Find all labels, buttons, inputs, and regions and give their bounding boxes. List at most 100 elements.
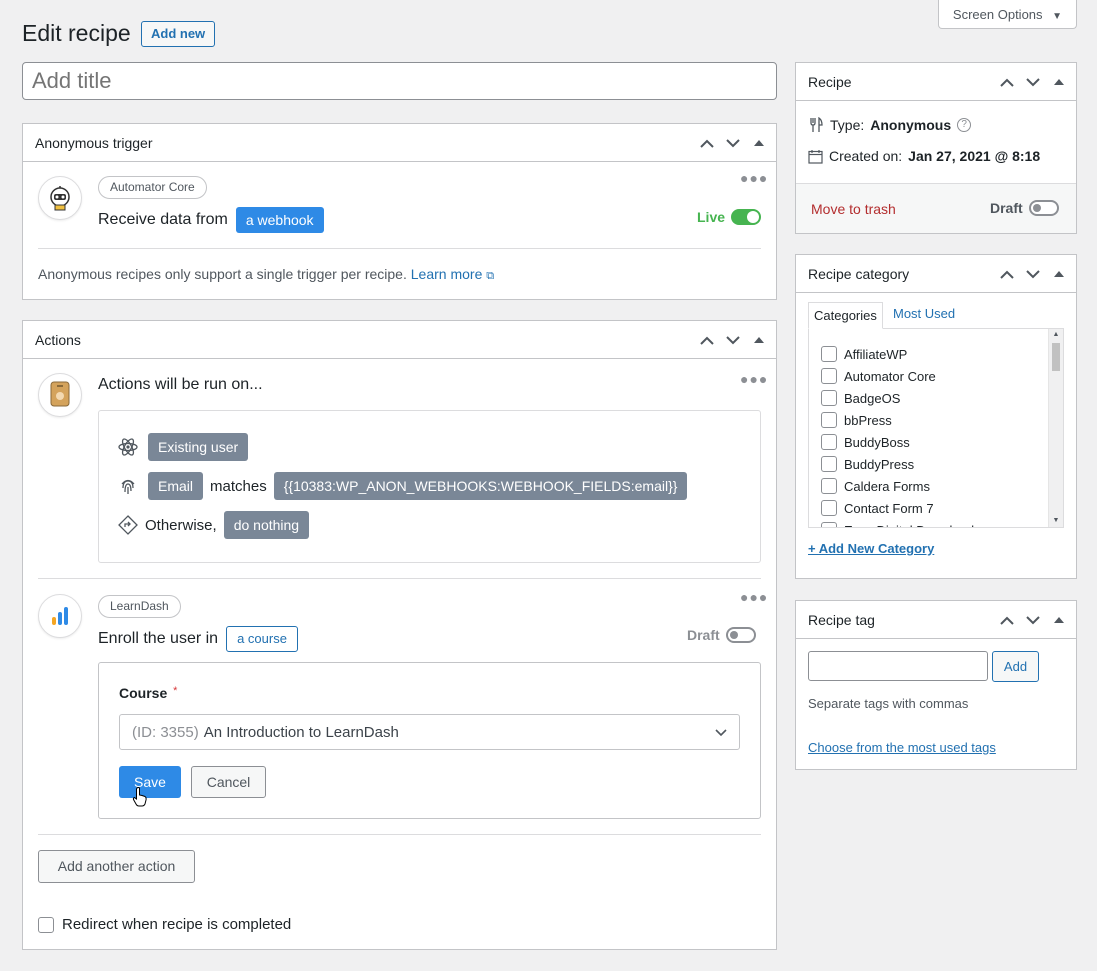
category-checkbox[interactable] [821, 368, 837, 384]
otherwise-row: Otherwise, do nothing [118, 511, 310, 539]
select-chevron-down-icon [715, 724, 727, 741]
redirect-label: Redirect when recipe is completed [62, 916, 292, 933]
type-label: Type: [830, 117, 865, 133]
recipe-box: Recipe Type: Anonymous ? Created on: Jan… [795, 62, 1077, 234]
atom-icon [118, 438, 138, 456]
category-item[interactable]: Easy Digital Downloads [809, 519, 1063, 527]
save-button[interactable]: Save [119, 766, 181, 798]
category-checkbox[interactable] [821, 412, 837, 428]
webhook-token[interactable]: a webhook [235, 207, 324, 233]
chevron-down-icon[interactable] [722, 330, 744, 350]
move-to-trash-link[interactable]: Move to trash [811, 201, 896, 217]
run-on-text: Actions will be run on... [98, 376, 263, 393]
toggle-panel-icon[interactable] [748, 330, 770, 350]
scroll-up-icon[interactable]: ▲ [1049, 329, 1063, 341]
category-item[interactable]: BuddyBoss [809, 431, 1063, 453]
chevron-down-icon[interactable] [1022, 72, 1044, 92]
trigger-note-text: Anonymous recipes only support a single … [38, 266, 407, 282]
scroll-down-icon[interactable]: ▼ [1049, 515, 1063, 527]
chevron-up-icon[interactable] [996, 610, 1018, 630]
do-nothing-token[interactable]: do nothing [223, 511, 310, 539]
course-form-panel: Course * (ID: 3355) An Introduction to L… [98, 662, 761, 819]
email-field-token[interactable]: {{10383:WP_ANON_WEBHOOKS:WEBHOOK_FIELDS:… [273, 472, 688, 500]
existing-user-token[interactable]: Existing user [148, 433, 249, 461]
screen-options-button[interactable]: Screen Options ▼ [938, 0, 1077, 29]
category-checkbox[interactable] [821, 346, 837, 362]
user-card-icon [50, 381, 70, 407]
add-new-category-link[interactable]: + Add New Category [808, 541, 934, 556]
category-item[interactable]: bbPress [809, 409, 1063, 431]
live-toggle[interactable] [731, 209, 762, 225]
chevron-up-icon[interactable] [996, 72, 1018, 92]
action-sentence: Enroll the user in a course [98, 626, 298, 652]
scrollbar[interactable]: ▲ ▼ [1048, 329, 1063, 527]
category-box-header: Recipe category [796, 255, 1076, 293]
recipe-title-input[interactable] [22, 62, 777, 100]
tag-hint: Separate tags with commas [808, 696, 969, 711]
category-list[interactable]: AffiliateWP Automator Core BadgeOS bbPress B… [808, 328, 1064, 528]
toggle-panel-icon[interactable] [748, 133, 770, 153]
trigger-sentence: Receive data from a webhook [98, 207, 324, 233]
add-tag-button[interactable]: Add [992, 651, 1039, 682]
category-item[interactable]: Contact Form 7 [809, 497, 1063, 519]
actions-box-controls [696, 330, 770, 350]
page-title: Edit recipe [22, 20, 131, 46]
recipe-box-controls [996, 72, 1070, 92]
tag-box-header: Recipe tag [796, 601, 1076, 639]
category-label: BadgeOS [844, 390, 901, 406]
category-item[interactable]: AffiliateWP [809, 343, 1063, 365]
user-selector-panel: Existing user Email matches {{10383:WP_A… [98, 410, 761, 563]
created-value: Jan 27, 2021 @ 8:18 [908, 148, 1041, 164]
tag-box-controls [996, 610, 1070, 630]
toggle-panel-icon[interactable] [1048, 264, 1070, 284]
recipe-live-toggle[interactable] [1028, 200, 1059, 216]
chevron-up-icon[interactable] [696, 133, 718, 153]
trigger-note: Anonymous recipes only support a single … [38, 266, 494, 283]
draft-toggle[interactable] [725, 627, 756, 643]
category-checkbox[interactable] [821, 522, 837, 527]
user-selector-avatar [38, 373, 82, 417]
tab-most-used[interactable]: Most Used [893, 306, 955, 321]
course-token[interactable]: a course [226, 626, 298, 652]
chevron-down-icon[interactable] [722, 133, 744, 153]
category-item[interactable]: Caldera Forms [809, 475, 1063, 497]
trigger-box-title: Anonymous trigger [35, 135, 153, 151]
choose-tags-link[interactable]: Choose from the most used tags [808, 740, 996, 755]
chevron-up-icon[interactable] [996, 264, 1018, 284]
scrollbar-thumb[interactable] [1052, 343, 1060, 371]
help-icon[interactable]: ? [957, 118, 972, 132]
tab-categories[interactable]: Categories [808, 302, 883, 329]
matches-text: matches [210, 477, 267, 495]
tag-input[interactable] [808, 651, 988, 681]
category-checkbox[interactable] [821, 456, 837, 472]
chevron-down-icon[interactable] [1022, 610, 1044, 630]
toggle-panel-icon[interactable] [1048, 610, 1070, 630]
category-checkbox[interactable] [821, 500, 837, 516]
category-checkbox[interactable] [821, 390, 837, 406]
course-select[interactable]: (ID: 3355) An Introduction to LearnDash [119, 714, 740, 750]
created-label: Created on: [829, 148, 903, 164]
add-another-action-button[interactable]: Add another action [38, 850, 195, 883]
action-status: Draft [687, 627, 756, 643]
learndash-logo-icon [52, 607, 68, 625]
category-label: Automator Core [844, 368, 936, 384]
recipe-box-title: Recipe [808, 74, 852, 90]
category-item[interactable]: Automator Core [809, 365, 1063, 387]
chevron-down-icon[interactable] [1022, 264, 1044, 284]
recipe-box-header: Recipe [796, 63, 1076, 101]
redirect-checkbox[interactable] [38, 916, 54, 933]
learndash-avatar [38, 594, 82, 638]
category-item[interactable]: BuddyPress [809, 453, 1063, 475]
cancel-button[interactable]: Cancel [191, 766, 266, 798]
category-checkbox[interactable] [821, 478, 837, 494]
chevron-up-icon[interactable] [696, 330, 718, 350]
more-options-icon[interactable]: ●●● [740, 589, 768, 605]
category-item[interactable]: BadgeOS [809, 387, 1063, 409]
more-options-icon[interactable]: ●●● [740, 371, 768, 387]
learn-more-link[interactable]: Learn more [411, 266, 483, 282]
more-options-icon[interactable]: ●●● [740, 170, 768, 186]
toggle-panel-icon[interactable] [1048, 72, 1070, 92]
add-new-button[interactable]: Add new [141, 21, 216, 47]
category-checkbox[interactable] [821, 434, 837, 450]
email-token[interactable]: Email [148, 472, 204, 500]
